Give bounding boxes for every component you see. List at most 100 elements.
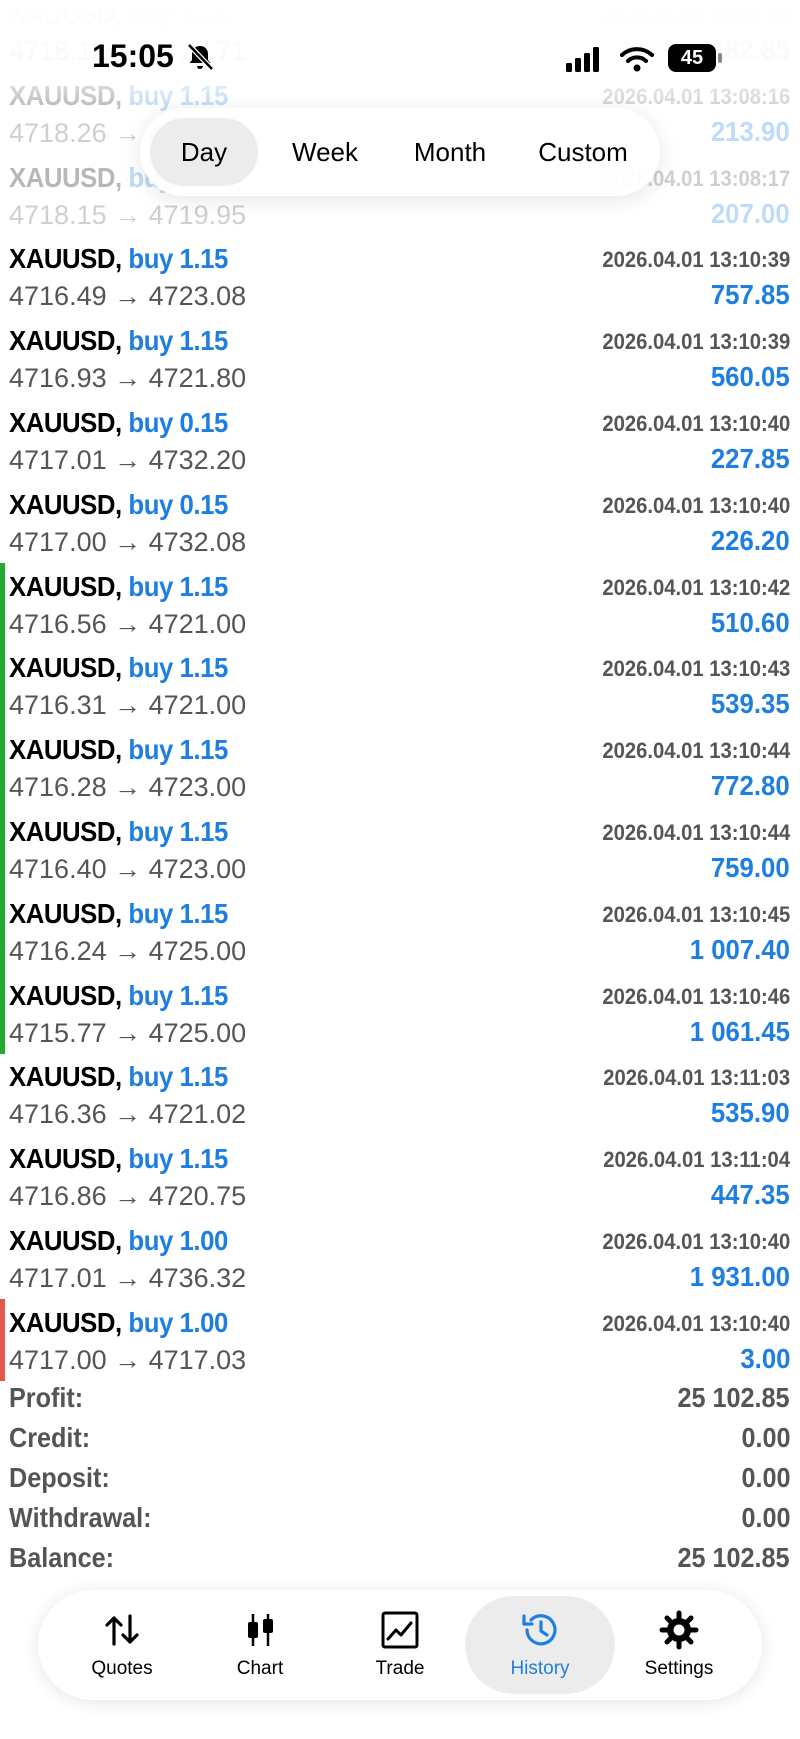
- tab-custom[interactable]: Custom: [518, 118, 648, 186]
- deal-time: 2026.04.01 13:10:39: [602, 247, 790, 273]
- deal-row[interactable]: XAUUSD, buy 1.15 2026.04.01 13:10:39 4716.…: [0, 317, 800, 399]
- deal-direction: buy 1.15: [128, 325, 228, 357]
- deal-symbol: XAUUSD, buy 1.15: [9, 1143, 228, 1175]
- deal-marker: [0, 971, 5, 1054]
- deal-row[interactable]: XAUUSD, buy 1.15 2026.04.01 13:11:04 4716.…: [0, 1135, 800, 1217]
- deal-profit: 759.00: [711, 852, 790, 883]
- bottom-nav: Quotes Chart Trade History Settings: [38, 1590, 762, 1700]
- deal-marker: [0, 808, 5, 890]
- summary-row: Withdrawal: 0.00: [0, 1498, 800, 1538]
- status-time: 15:05: [92, 38, 174, 74]
- battery-level: 45: [668, 44, 716, 72]
- deal-marker: [0, 562, 5, 645]
- deal-symbol: XAUUSD, buy 0.15: [9, 407, 228, 438]
- deal-prices: 4716.24 → 4725.00: [9, 935, 247, 966]
- deal-time: 2026.04.01 13:10:44: [602, 820, 790, 845]
- deal-profit: 560.05: [711, 361, 790, 393]
- deal-row[interactable]: XAUUSD, buy 1.15 2026.04.01 13:10:42 4716.…: [0, 562, 800, 645]
- deal-row[interactable]: XAUUSD, buy 0.15 2026.04.01 13:10:40 4717.…: [0, 481, 800, 563]
- deal-profit: 447.35: [711, 1179, 790, 1211]
- summary-label: Balance:: [9, 1542, 115, 1573]
- deal-profit: 1 061.45: [689, 1015, 790, 1047]
- deal-prices: 4716.40 → 4723.00: [9, 854, 247, 884]
- deal-prices: 4718.15 → 4719.95: [9, 199, 247, 230]
- tab-week[interactable]: Week: [270, 118, 380, 186]
- status-bar: 15:05 45: [0, 0, 800, 110]
- nav-trade[interactable]: Trade: [325, 1596, 475, 1694]
- deal-row[interactable]: XAUUSD, buy 1.15 2026.04.01 13:11:03 4716.…: [0, 1053, 800, 1135]
- deal-profit: 1 007.40: [689, 933, 790, 965]
- deal-row[interactable]: XAUUSD, buy 1.15 2026.04.01 13:10:44 4716.…: [0, 808, 800, 890]
- deal-marker: [0, 644, 5, 727]
- nav-chart-label: Chart: [236, 1658, 284, 1679]
- summary-value: 0.00: [740, 1422, 790, 1453]
- candlestick-icon: [248, 1614, 273, 1646]
- deal-row[interactable]: XAUUSD, buy 1.15 2026.04.01 13:10:45 4716.…: [0, 889, 800, 972]
- deal-symbol: XAUUSD, buy 1.15: [9, 734, 228, 766]
- deal-row[interactable]: XAUUSD, buy 0.15 2026.04.01 13:10:40 4717.…: [0, 399, 800, 481]
- deal-direction: buy 1.15: [128, 1061, 228, 1093]
- deal-symbol: XAUUSD, buy 1.00: [9, 1225, 228, 1256]
- deal-prices: 4716.31 → 4721.00: [9, 690, 247, 721]
- tab-month[interactable]: Month: [390, 118, 510, 186]
- deal-symbol: XAUUSD, buy 1.15: [9, 897, 228, 929]
- deal-row[interactable]: XAUUSD, buy 1.15 2026.04.01 13:10:43 4716.…: [0, 644, 800, 727]
- deal-symbol: XAUUSD, buy 1.15: [9, 979, 228, 1011]
- deal-row[interactable]: XAUUSD, buy 1.00 2026.04.01 13:10:40 4717.…: [0, 1298, 800, 1381]
- deal-direction: buy 1.15: [128, 734, 228, 766]
- history-clock-icon: [522, 1614, 557, 1646]
- deal-direction: buy 1.15: [128, 979, 228, 1011]
- deal-row[interactable]: XAUUSD, buy 1.15 2026.04.01 13:10:46 4715.…: [0, 971, 800, 1054]
- deal-profit: 207.00: [711, 197, 790, 229]
- deal-symbol: XAUUSD, buy 0.15: [9, 488, 228, 520]
- deal-symbol: XAUUSD, buy 1.15: [9, 1061, 228, 1093]
- deal-direction: buy 1.00: [128, 1225, 228, 1256]
- nav-chart[interactable]: Chart: [185, 1596, 335, 1694]
- nav-history[interactable]: History: [465, 1596, 615, 1694]
- muted-bell-icon: [187, 43, 214, 71]
- nav-quotes[interactable]: Quotes: [47, 1596, 197, 1694]
- deal-symbol: XAUUSD, buy 1.15: [9, 816, 228, 847]
- deal-direction: buy 1.15: [128, 897, 228, 929]
- deal-symbol: XAUUSD, buy 1.15: [9, 325, 228, 357]
- deal-row[interactable]: XAUUSD, buy 1.15 2026.04.01 13:10:39 4716.…: [0, 235, 800, 317]
- deal-prices: 4717.00 → 4732.08: [9, 526, 247, 557]
- summary-value: 0.00: [740, 1462, 790, 1493]
- deal-row[interactable]: XAUUSD, buy 1.15 2026.04.01 13:10:44 4716.…: [0, 726, 800, 809]
- deal-direction: buy 0.15: [128, 407, 228, 438]
- nav-settings[interactable]: Settings: [604, 1596, 754, 1694]
- deal-direction: buy 1.15: [128, 570, 228, 602]
- deal-prices: 4717.01 → 4732.20: [9, 445, 247, 475]
- nav-history-label: History: [510, 1658, 570, 1679]
- deal-profit: 1 931.00: [689, 1261, 790, 1292]
- nav-settings-label: Settings: [644, 1658, 714, 1679]
- deal-time: 2026.04.01 13:10:39: [602, 329, 790, 355]
- deal-direction: buy 1.00: [128, 1306, 228, 1338]
- deal-time: 2026.04.01 13:10:46: [602, 983, 790, 1009]
- summary-label: Credit:: [9, 1422, 91, 1453]
- deal-profit: 539.35: [711, 688, 790, 720]
- deal-row[interactable]: XAUUSD, buy 1.00 2026.04.01 13:10:40 4717.…: [0, 1217, 800, 1299]
- period-selector: Day Week Month Custom: [140, 108, 660, 196]
- deal-time: 2026.04.01 13:11:03: [603, 1065, 790, 1091]
- tab-day[interactable]: Day: [150, 118, 258, 186]
- deal-direction: buy 1.15: [128, 1143, 228, 1175]
- deal-marker: [0, 889, 5, 972]
- deal-prices: 4716.56 → 4721.00: [9, 608, 247, 639]
- nav-trade-label: Trade: [375, 1658, 425, 1679]
- deal-direction: buy 1.15: [128, 652, 228, 684]
- deal-prices: 4716.36 → 4721.02: [9, 1099, 247, 1130]
- deal-prices: 4717.01 → 4736.32: [9, 1263, 247, 1293]
- deal-direction: buy 0.15: [128, 488, 228, 520]
- deal-prices: 4716.86 → 4720.75: [9, 1181, 247, 1212]
- battery-icon: 45: [668, 44, 724, 72]
- deal-time: 2026.04.01 13:10:40: [602, 411, 790, 436]
- summary-value: 0.00: [740, 1502, 790, 1533]
- deal-time: 2026.04.01 13:10:44: [602, 738, 790, 764]
- wifi-icon: [620, 47, 654, 72]
- cellular-signal-icon: [566, 47, 599, 72]
- history-summary: Profit: 25 102.85 Credit: 0.00 Deposit: 0.00 W…: [0, 1378, 800, 1578]
- deal-time: 2026.04.01 13:10:40: [602, 1229, 790, 1254]
- summary-label: Profit:: [9, 1382, 84, 1413]
- deal-time: 2026.04.01 13:11:04: [603, 1147, 790, 1173]
